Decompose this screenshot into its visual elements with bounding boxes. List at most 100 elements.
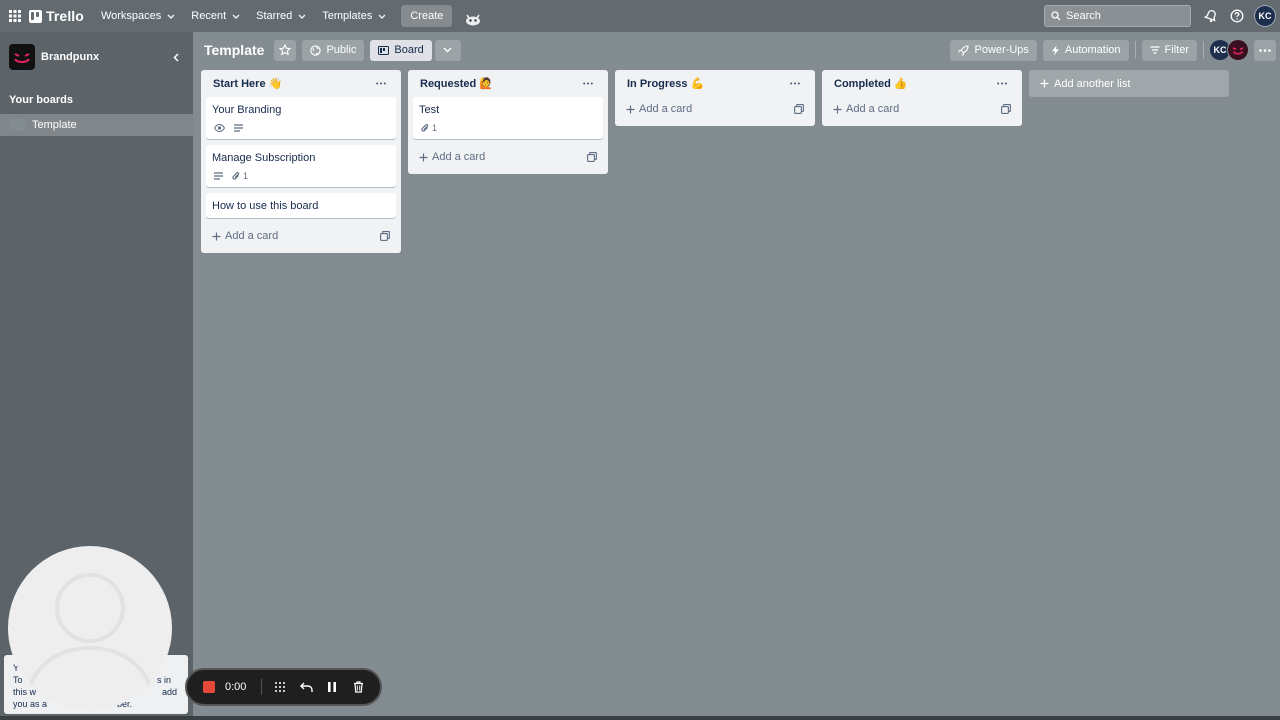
visibility-button[interactable]: Public	[302, 39, 365, 61]
pause-button[interactable]	[324, 679, 340, 695]
create-from-template-icon[interactable]	[587, 152, 597, 162]
list-title[interactable]: Start Here 👋	[213, 77, 282, 90]
app-switcher-icon[interactable]	[4, 5, 26, 27]
trello-logo[interactable]: Trello	[29, 8, 84, 24]
add-card-button[interactable]: Add a card	[413, 145, 603, 169]
header-divider	[1203, 41, 1204, 59]
board-title[interactable]: Template	[204, 42, 264, 58]
list-title[interactable]: In Progress 💪	[627, 77, 704, 90]
help-button[interactable]	[1226, 5, 1248, 27]
add-card-button[interactable]: Add a card	[620, 97, 810, 121]
workspaces-menu-label: Workspaces	[100, 10, 162, 22]
description-badge	[234, 124, 243, 132]
member-avatar[interactable]: KC	[1210, 40, 1230, 60]
notifications-button[interactable]	[1200, 5, 1222, 27]
board-menu-button[interactable]	[1254, 39, 1276, 61]
list-menu-button[interactable]	[787, 76, 803, 92]
more-horizontal-icon	[376, 82, 386, 85]
automation-button[interactable]: Automation	[1042, 39, 1129, 61]
list-header: Requested 🙋	[413, 70, 603, 97]
delete-recording-button[interactable]	[350, 679, 366, 695]
create-from-template-icon[interactable]	[794, 104, 804, 114]
attachment-badge: 1	[421, 123, 437, 133]
list-header: In Progress 💪	[620, 70, 810, 97]
search-icon	[1051, 11, 1061, 21]
filter-button[interactable]: Filter	[1141, 39, 1197, 61]
automation-label: Automation	[1064, 44, 1121, 56]
card-title: Your Branding	[212, 104, 282, 116]
toast-line: s in	[157, 675, 172, 685]
more-horizontal-icon	[1259, 48, 1271, 52]
power-ups-label: Power-Ups	[974, 44, 1029, 56]
list-menu-button[interactable]	[994, 76, 1010, 92]
pause-icon	[328, 682, 337, 692]
card-manage-subscription[interactable]: Manage Subscription 1	[206, 145, 396, 187]
toast-line: you as a	[13, 699, 48, 709]
globe-icon	[310, 44, 322, 56]
list-menu-button[interactable]	[580, 76, 596, 92]
recording-timer: 0:00	[225, 681, 247, 693]
board-members[interactable]: KC	[1210, 40, 1248, 60]
list-title[interactable]: Completed 👍	[834, 77, 908, 90]
restart-button[interactable]	[298, 679, 314, 695]
recorder-divider	[261, 679, 263, 695]
list-completed[interactable]: Completed 👍 Add a card	[822, 70, 1022, 126]
stop-recording-button[interactable]	[203, 681, 215, 693]
sidebar-board-template[interactable]: Template	[0, 114, 193, 136]
create-from-template-icon[interactable]	[380, 231, 390, 241]
list-menu-button[interactable]	[373, 76, 389, 92]
list-start-here[interactable]: Start Here 👋 Your Branding Manage Subscr…	[201, 70, 401, 253]
add-card-label: Add a card	[639, 103, 693, 115]
view-switcher-dropdown[interactable]	[434, 39, 461, 61]
workspaces-menu[interactable]: Workspaces	[94, 5, 182, 27]
add-card-label: Add a card	[846, 103, 900, 115]
recent-menu[interactable]: Recent	[184, 5, 247, 27]
list-header: Start Here 👋	[206, 70, 396, 97]
star-board-button[interactable]	[274, 39, 297, 61]
card-how-to-use[interactable]: How to use this board	[206, 193, 396, 218]
plus-icon	[626, 105, 635, 113]
paperclip-icon	[421, 124, 429, 132]
plus-icon	[833, 105, 842, 113]
trash-icon	[353, 681, 363, 693]
card-badges: 1	[212, 170, 390, 182]
help-icon	[1230, 9, 1244, 23]
power-ups-button[interactable]: Power-Ups	[950, 39, 1037, 61]
card-your-branding[interactable]: Your Branding	[206, 97, 396, 139]
add-card-button[interactable]: Add a card	[206, 224, 396, 248]
create-button[interactable]: Create	[401, 5, 453, 27]
user-avatar[interactable]: KC	[1254, 5, 1276, 27]
starred-menu[interactable]: Starred	[249, 5, 313, 27]
card-title: Manage Subscription	[212, 152, 316, 164]
collapse-sidebar-button[interactable]	[168, 49, 184, 65]
add-card-label-group: Add a card	[626, 103, 692, 115]
toast-line: add	[162, 687, 178, 697]
workspace-header: Brandpunx	[0, 32, 193, 82]
description-icon	[234, 124, 243, 132]
list-title[interactable]: Requested 🙋	[420, 77, 493, 90]
undo-icon	[299, 682, 313, 692]
board-view-icon	[378, 45, 390, 55]
create-from-template-icon[interactable]	[1001, 104, 1011, 114]
member-avatar-brandpunx[interactable]	[1228, 40, 1248, 60]
add-list-button[interactable]: Add another list	[1029, 70, 1229, 97]
board-canvas: Start Here 👋 Your Branding Manage Subscr…	[201, 70, 1229, 253]
card-test[interactable]: Test 1	[413, 97, 603, 139]
templates-menu[interactable]: Templates	[315, 5, 393, 27]
board-view-button[interactable]: Board	[370, 39, 432, 61]
watching-badge	[214, 124, 225, 132]
board-view-label: Board	[394, 44, 424, 56]
grid-button[interactable]	[272, 679, 288, 695]
plus-icon	[1040, 79, 1049, 88]
list-requested[interactable]: Requested 🙋 Test 1 Add a card	[408, 70, 608, 174]
list-in-progress[interactable]: In Progress 💪 Add a card	[615, 70, 815, 126]
search-input[interactable]: Search	[1044, 5, 1191, 27]
chevron-left-icon	[173, 52, 179, 62]
add-card-button[interactable]: Add a card	[827, 97, 1017, 121]
chevron-down-icon	[378, 14, 386, 19]
webcam-bubble[interactable]	[8, 546, 172, 710]
visibility-label: Public	[326, 44, 357, 56]
lightning-icon	[1051, 45, 1059, 55]
filter-icon	[1150, 46, 1160, 54]
header-divider	[1134, 41, 1136, 59]
